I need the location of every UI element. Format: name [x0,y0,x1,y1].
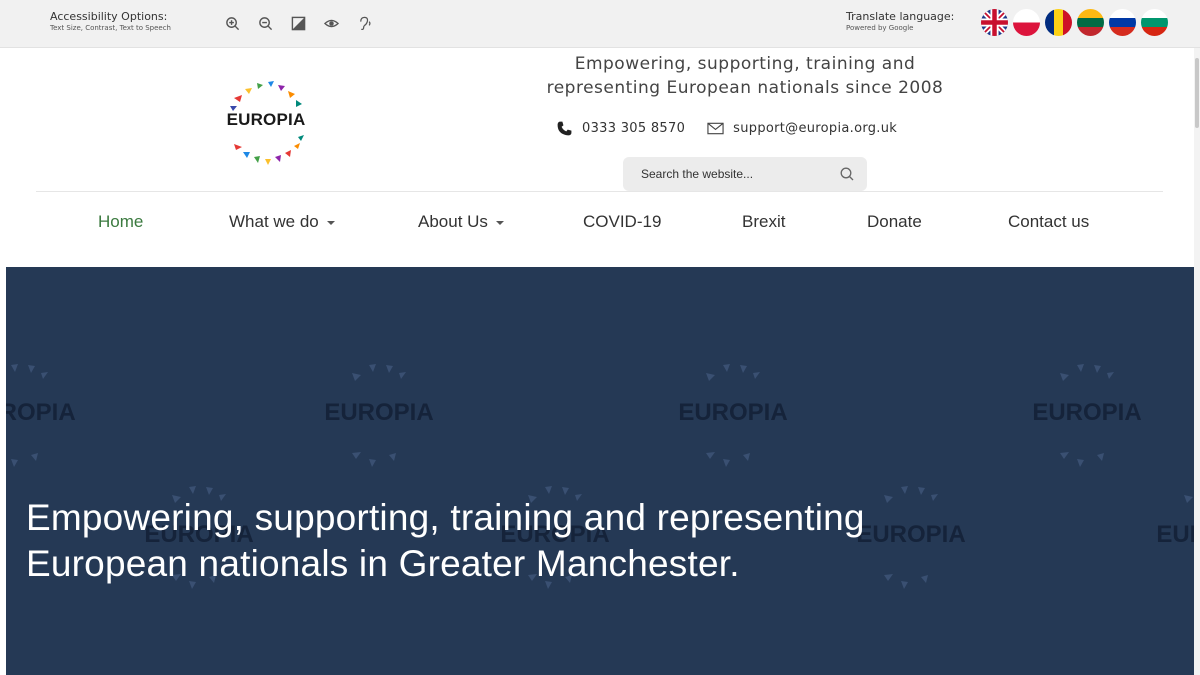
nav-donate-label: Donate [867,212,922,231]
translate-subtitle: Powered by Google [846,24,914,32]
hero-banner: EUROPIA EUROPIA EUROPIA EUROPIA EUROPIA … [6,267,1194,675]
accessibility-subtitle: Text Size, Contrast, Text to Speech [50,24,171,32]
watermark-text: EUROPIA [6,399,76,426]
nav-contact-us-label: Contact us [1008,212,1090,231]
uk-flag-icon[interactable] [981,9,1008,36]
header-tagline: Empowering, supporting, training and rep… [500,52,990,100]
watermark-text: EUROPIA [678,399,788,426]
nav-brexit-label: Brexit [742,212,786,231]
hero-title: Empowering, supporting, training and rep… [26,495,1126,587]
nav-home-label: Home [98,212,144,231]
contrast-icon[interactable] [288,13,309,34]
nav-home[interactable]: Home [98,212,143,232]
scrollbar-thumb[interactable] [1195,58,1199,128]
accessibility-options[interactable]: Accessibility Options: Text Size, Contra… [50,10,171,33]
nav-covid-19[interactable]: COVID-19 [583,212,661,232]
lithuania-flag-icon[interactable] [1077,9,1104,36]
watermark-text: EUROPIA [1156,521,1194,548]
watermark-text: EUROPIA [1032,399,1142,426]
eye-icon[interactable] [321,13,342,34]
translate-title: Translate language: [846,10,955,23]
tagline-line-2: representing European nationals since 20… [546,78,944,98]
poland-flag-icon[interactable] [1013,9,1040,36]
hearing-icon[interactable] [354,13,375,34]
chevron-down-icon [326,221,335,225]
phone-number: 0333 305 8570 [582,121,686,136]
nav-what-we-do[interactable]: What we do [229,212,335,232]
zoom-in-icon[interactable] [222,13,243,34]
envelope-icon [707,122,724,135]
hero-watermark-logo: EUROPIA [658,355,808,475]
hero-title-line-2: European nationals in Greater Manchester… [26,543,740,584]
translate-language: Translate language: Powered by Google [846,10,954,33]
email-address: support@europia.org.uk [733,121,898,136]
phone-icon [557,121,572,136]
accessibility-bar: Accessibility Options: Text Size, Contra… [0,0,1200,48]
main-navigation: Home What we do About Us COVID-19 Brexit… [0,212,1200,248]
email-link[interactable]: support@europia.org.uk [707,120,897,137]
hero-title-line-1: Empowering, supporting, training and rep… [26,497,865,538]
bulgaria-flag-icon[interactable] [1141,9,1168,36]
search-input[interactable] [623,167,823,181]
nav-brexit[interactable]: Brexit [742,212,785,232]
accessibility-controls [222,13,375,34]
contact-info: 0333 305 8570 support@europia.org.uk [556,120,897,137]
site-search [623,157,867,191]
nav-about-us[interactable]: About Us [418,212,504,232]
hero-watermark-logo: EUROPIA [6,355,96,475]
tagline-line-1: Empowering, supporting, training and [574,54,916,74]
romania-flag-icon[interactable] [1045,9,1072,36]
site-header: EUROPIA Empowering, supporting, training… [0,48,1200,267]
watermark-text: EUROPIA [324,399,434,426]
hero-watermark-logo: EUROPIA [1136,477,1194,597]
nav-contact-us[interactable]: Contact us [1008,212,1089,232]
hero-watermark-logo: EUROPIA [1012,355,1162,475]
nav-covid-19-label: COVID-19 [583,212,662,231]
header-divider [36,191,1163,192]
russia-flag-icon[interactable] [1109,9,1136,36]
zoom-out-icon[interactable] [255,13,276,34]
nav-about-us-label: About Us [418,212,488,231]
logo-text: EUROPIA [226,110,306,129]
search-icon[interactable] [839,166,855,182]
phone-link[interactable]: 0333 305 8570 [556,120,685,137]
europia-logo[interactable]: EUROPIA [212,74,320,170]
nav-donate[interactable]: Donate [867,212,922,232]
hero-watermark-logo: EUROPIA [304,355,454,475]
nav-what-we-do-label: What we do [229,212,319,231]
page-scrollbar[interactable] [1194,48,1200,675]
language-flags [981,9,1168,36]
accessibility-title: Accessibility Options: [50,10,168,23]
chevron-down-icon [495,221,504,225]
